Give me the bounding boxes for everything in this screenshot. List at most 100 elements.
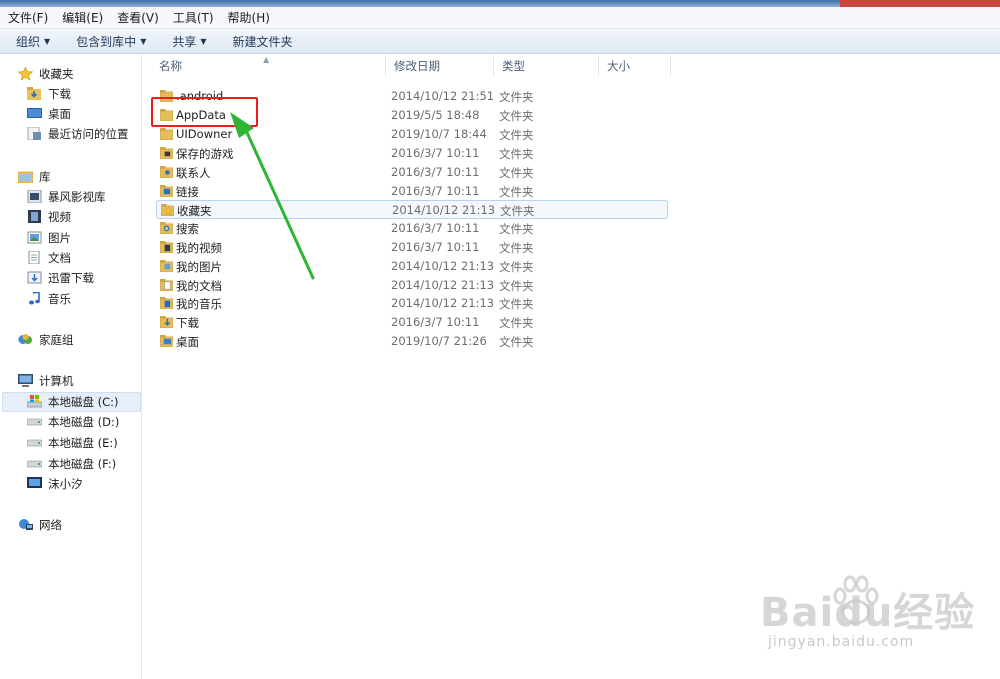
pictures-folder-icon [160,260,173,272]
desktop-icon [27,108,42,118]
music-folder-icon [160,297,173,309]
file-type: 文件夹 [499,166,534,180]
organize-button[interactable]: 组织 ▼ [16,33,50,50]
file-modified: 2014/10/12 21:13 [392,203,496,217]
command-bar: 组织 ▼ 包含到库中 ▼ 共享 ▼ 新建文件夹 [0,29,1000,54]
video-library-icon [27,190,42,203]
nav-library-pictures[interactable]: 图片 [27,228,71,247]
menu-file[interactable]: 文件(F) [8,9,48,26]
chevron-down-icon: ▼ [140,36,147,46]
nav-libraries[interactable]: 库 [18,167,51,186]
file-modified: 2016/3/7 10:11 [391,240,480,254]
include-in-library-label: 包含到库中 [76,34,137,49]
share-button[interactable]: 共享 ▼ [172,33,206,50]
file-name: 我的文档 [176,279,222,293]
file-row[interactable]: 保存的游戏 2016/3/7 10:11 文件夹 [156,144,668,163]
searches-icon [160,222,173,234]
file-row[interactable]: UIDowner 2019/10/7 18:44 文件夹 [156,125,668,144]
drive-icon [27,460,42,468]
nav-drive-f[interactable]: 本地磁盘 (F:) [27,454,116,473]
file-name: 收藏夹 [177,204,212,218]
nav-library-videos[interactable]: 视频 [27,207,71,226]
nav-drive-c[interactable]: 本地磁盘 (C:) [27,392,119,411]
file-row[interactable]: 我的图片 2014/10/12 21:13 文件夹 [156,257,668,276]
favorites-folder-icon [161,204,174,216]
nav-homegroup[interactable]: 家庭组 [18,330,74,349]
drive-icon [27,439,42,447]
nav-library-xunlei[interactable]: 迅雷下载 [27,268,94,287]
nav-computer-label: 计算机 [39,373,74,388]
file-type: 文件夹 [499,147,534,161]
nav-library-documents[interactable]: 文档 [27,248,71,267]
file-row[interactable]: 搜索 2016/3/7 10:11 文件夹 [156,219,668,238]
file-row[interactable]: 桌面 2019/10/7 21:26 文件夹 [156,332,668,351]
saved-games-icon [160,147,173,159]
file-row[interactable]: 链接 2016/3/7 10:11 文件夹 [156,182,668,201]
file-type: 文件夹 [500,204,535,218]
nav-network-label: 网络 [39,517,62,532]
computer-icon [18,374,33,387]
menu-view[interactable]: 查看(V) [117,9,159,26]
file-row[interactable]: 我的音乐 2014/10/12 21:13 文件夹 [156,294,668,313]
nav-library-music[interactable]: 音乐 [27,289,71,308]
file-modified: 2019/10/7 18:44 [391,127,487,141]
column-header-size[interactable]: 大小 [599,55,671,77]
nav-computer[interactable]: 计算机 [18,371,74,390]
nav-library-baofeng[interactable]: 暴风影视库 [27,187,106,206]
nav-favorites-recent[interactable]: 最近访问的位置 [27,124,129,143]
system-drive-icon [27,395,42,408]
file-name: 我的音乐 [176,297,222,311]
column-name-label: 名称 [159,59,182,73]
column-header-type[interactable]: 类型 [494,55,599,77]
file-type: 文件夹 [499,335,534,349]
watermark-url: jingyan.baidu.com [768,634,915,650]
column-type-label: 类型 [502,59,525,73]
nav-recent-label: 最近访问的位置 [48,126,129,141]
file-row[interactable]: 联系人 2016/3/7 10:11 文件夹 [156,163,668,182]
nav-network[interactable]: 网络 [18,515,62,534]
navigation-pane: 收藏夹 下载 桌面 最近访问的位置 库 暴风影视库 视频 图片 文档 迅雷下载 … [0,55,142,679]
include-in-library-button[interactable]: 包含到库中 ▼ [76,33,146,50]
nav-drive-f-label: 本地磁盘 (F:) [48,456,117,471]
menu-edit[interactable]: 编辑(E) [62,9,103,26]
file-row[interactable]: 收藏夹 2014/10/12 21:13 文件夹 [156,200,668,219]
nav-drive-d-label: 本地磁盘 (D:) [48,414,120,429]
file-modified: 2014/10/12 21:51 [391,89,495,103]
nav-drive-e[interactable]: 本地磁盘 (E:) [27,433,118,452]
nav-drive-d[interactable]: 本地磁盘 (D:) [27,412,119,431]
nav-drive-e-label: 本地磁盘 (E:) [48,435,118,450]
column-header-modified[interactable]: 修改日期 [386,55,494,77]
close-button-strip[interactable] [840,0,1000,7]
contacts-icon [160,166,173,178]
column-size-label: 大小 [607,59,630,73]
nav-favorites-desktop[interactable]: 桌面 [27,104,71,123]
network-icon [19,519,33,530]
file-type: 文件夹 [499,128,534,142]
file-type: 文件夹 [499,241,534,255]
nav-user-folder[interactable]: 沫小汐 [27,474,83,493]
nav-favorites[interactable]: 收藏夹 [18,64,74,83]
file-modified: 2019/10/7 21:26 [391,334,487,348]
menu-tools[interactable]: 工具(T) [173,9,214,26]
nav-music-label: 音乐 [48,291,71,306]
film-icon [28,210,41,223]
nav-favorites-downloads[interactable]: 下载 [27,84,71,103]
new-folder-button[interactable]: 新建文件夹 [233,33,293,50]
nav-documents-label: 文档 [48,250,71,265]
nav-baofeng-label: 暴风影视库 [48,189,106,204]
chevron-down-icon: ▼ [200,36,207,46]
file-modified: 2014/10/12 21:13 [391,259,495,273]
window-title-strip [0,0,1000,7]
file-row[interactable]: 下载 2016/3/7 10:11 文件夹 [156,313,668,332]
file-row[interactable]: 我的文档 2014/10/12 21:13 文件夹 [156,276,668,295]
file-row[interactable]: 我的视频 2016/3/7 10:11 文件夹 [156,238,668,257]
file-name: 保存的游戏 [176,147,234,161]
file-modified: 2019/5/5 18:48 [391,108,480,122]
nav-favorites-label: 收藏夹 [39,66,74,81]
downloads-folder-icon [160,316,173,328]
nav-user-folder-label: 沫小汐 [48,476,83,491]
organize-label: 组织 [16,34,41,49]
menu-help[interactable]: 帮助(H) [228,9,270,26]
nav-libraries-label: 库 [39,169,51,184]
file-modified: 2016/3/7 10:11 [391,221,480,235]
